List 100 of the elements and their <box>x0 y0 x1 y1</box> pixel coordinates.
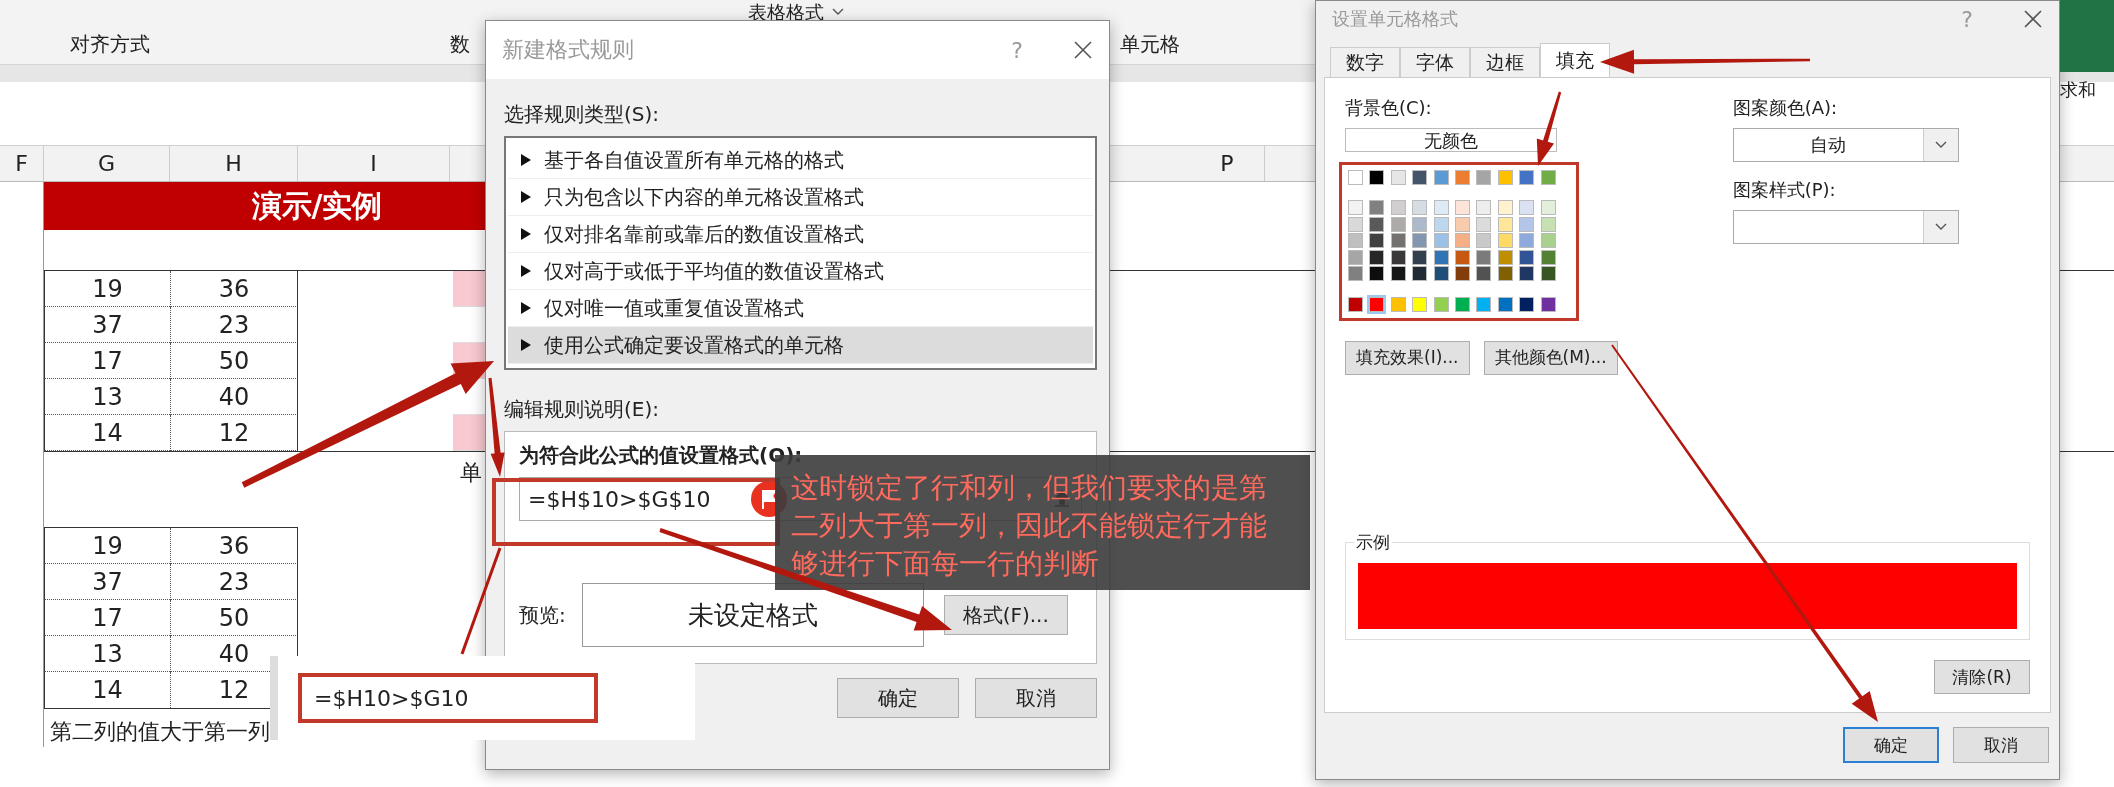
color-swatch[interactable] <box>1412 296 1428 312</box>
color-swatch[interactable] <box>1476 200 1492 215</box>
color-swatch[interactable] <box>1454 249 1470 265</box>
column-header[interactable]: P <box>1190 146 1265 181</box>
color-swatch[interactable] <box>1433 266 1449 281</box>
list-item[interactable]: 仅对排名靠前或靠后的数值设置格式 <box>508 216 1093 253</box>
color-swatch[interactable] <box>1519 170 1535 185</box>
color-swatch[interactable] <box>1412 170 1428 185</box>
color-swatch[interactable] <box>1412 233 1428 248</box>
color-swatch[interactable] <box>1540 249 1556 265</box>
color-swatch[interactable] <box>1390 233 1406 248</box>
color-swatch[interactable] <box>1348 266 1363 281</box>
color-swatch[interactable] <box>1369 249 1385 265</box>
more-colors-button[interactable]: 其他颜色(M)... <box>1483 340 1618 375</box>
color-swatch[interactable] <box>1540 170 1556 185</box>
column-header[interactable]: G <box>44 146 170 181</box>
list-item[interactable]: 使用公式确定要设置格式的单元格 <box>508 327 1093 364</box>
color-swatch[interactable] <box>1476 266 1492 281</box>
fill-effects-button[interactable]: 填充效果(I)... <box>1345 340 1470 375</box>
color-swatch[interactable] <box>1454 233 1470 248</box>
color-swatch[interactable] <box>1497 233 1513 248</box>
color-swatch[interactable] <box>1433 233 1449 248</box>
color-swatch[interactable] <box>1476 296 1492 312</box>
color-swatch[interactable] <box>1476 216 1492 232</box>
color-swatch[interactable] <box>1369 233 1385 248</box>
color-swatch[interactable] <box>1348 233 1363 248</box>
color-swatch[interactable] <box>1348 216 1363 232</box>
color-swatch[interactable] <box>1433 170 1449 185</box>
format-button[interactable]: 格式(F)... <box>943 595 1068 635</box>
color-swatch[interactable] <box>1412 216 1428 232</box>
dropdown[interactable] <box>1732 210 1959 244</box>
column-header[interactable]: I <box>298 146 450 181</box>
color-swatch[interactable] <box>1519 233 1535 248</box>
close-icon[interactable] <box>1073 40 1093 60</box>
dropdown[interactable]: 自动 <box>1732 128 1959 162</box>
color-swatch[interactable] <box>1369 266 1385 281</box>
color-swatch[interactable] <box>1390 249 1406 265</box>
no-color-button[interactable]: 无颜色 <box>1345 128 1557 152</box>
close-icon[interactable] <box>2023 9 2043 29</box>
table-cell: 12 <box>170 415 298 451</box>
dialog-button[interactable]: 取消 <box>1953 727 2049 763</box>
color-swatch[interactable] <box>1497 249 1513 265</box>
ribbon-button[interactable]: 表格格式 <box>748 1 824 23</box>
color-swatch[interactable] <box>1476 170 1492 185</box>
color-swatch[interactable] <box>1433 216 1449 232</box>
color-swatch[interactable] <box>1369 296 1385 312</box>
color-swatch[interactable] <box>1519 216 1535 232</box>
color-swatch[interactable] <box>1390 170 1406 185</box>
list-item[interactable]: 只为包含以下内容的单元格设置格式 <box>508 179 1093 216</box>
color-swatch[interactable] <box>1454 296 1470 312</box>
color-swatch[interactable] <box>1540 200 1556 215</box>
color-swatch[interactable] <box>1540 266 1556 281</box>
color-swatch[interactable] <box>1497 200 1513 215</box>
color-swatch[interactable] <box>1497 266 1513 281</box>
color-swatch[interactable] <box>1348 249 1363 265</box>
color-swatch[interactable] <box>1476 233 1492 248</box>
color-swatch[interactable] <box>1369 216 1385 232</box>
column-header[interactable]: F <box>0 146 44 181</box>
tab[interactable]: 填充 <box>1540 43 1610 77</box>
list-item[interactable]: 仅对高于或低于平均值的数值设置格式 <box>508 253 1093 290</box>
color-swatch[interactable] <box>1412 266 1428 281</box>
color-swatch[interactable] <box>1369 170 1385 185</box>
color-swatch[interactable] <box>1348 170 1363 185</box>
tab[interactable]: 数字 <box>1330 47 1400 77</box>
color-swatch[interactable] <box>1454 266 1470 281</box>
color-swatch[interactable] <box>1433 249 1449 265</box>
color-swatch[interactable] <box>1497 296 1513 312</box>
color-swatch[interactable] <box>1412 200 1428 215</box>
clear-button[interactable]: 清除(R) <box>1934 660 2030 694</box>
color-swatch[interactable] <box>1454 200 1470 215</box>
color-swatch[interactable] <box>1412 249 1428 265</box>
color-swatch[interactable] <box>1540 233 1556 248</box>
color-swatch[interactable] <box>1433 200 1449 215</box>
color-swatch[interactable] <box>1369 200 1385 215</box>
color-swatch[interactable] <box>1454 216 1470 232</box>
dialog-button[interactable]: 取消 <box>975 678 1097 718</box>
color-swatch[interactable] <box>1390 216 1406 232</box>
formula-field[interactable]: =$H10>$G10 <box>298 673 598 723</box>
dialog-button[interactable]: 确定 <box>837 678 959 718</box>
color-swatch[interactable] <box>1433 296 1449 312</box>
tab[interactable]: 边框 <box>1470 47 1540 77</box>
tab[interactable]: 字体 <box>1400 47 1470 77</box>
color-swatch[interactable] <box>1497 216 1513 232</box>
color-swatch[interactable] <box>1519 200 1535 215</box>
color-swatch[interactable] <box>1497 170 1513 185</box>
dialog-button[interactable]: 确定 <box>1843 727 1939 763</box>
color-swatch[interactable] <box>1454 170 1470 185</box>
color-swatch[interactable] <box>1540 216 1556 232</box>
color-swatch[interactable] <box>1519 249 1535 265</box>
color-swatch[interactable] <box>1390 200 1406 215</box>
color-swatch[interactable] <box>1519 266 1535 281</box>
color-swatch[interactable] <box>1540 296 1556 312</box>
color-swatch[interactable] <box>1519 296 1535 312</box>
color-swatch[interactable] <box>1390 296 1406 312</box>
color-swatch[interactable] <box>1348 296 1363 312</box>
column-header[interactable]: H <box>170 146 298 181</box>
color-swatch[interactable] <box>1476 249 1492 265</box>
color-swatch[interactable] <box>1390 266 1406 281</box>
list-item[interactable]: 基于各自值设置所有单元格的格式 <box>508 142 1093 179</box>
color-swatch[interactable] <box>1348 200 1363 215</box>
